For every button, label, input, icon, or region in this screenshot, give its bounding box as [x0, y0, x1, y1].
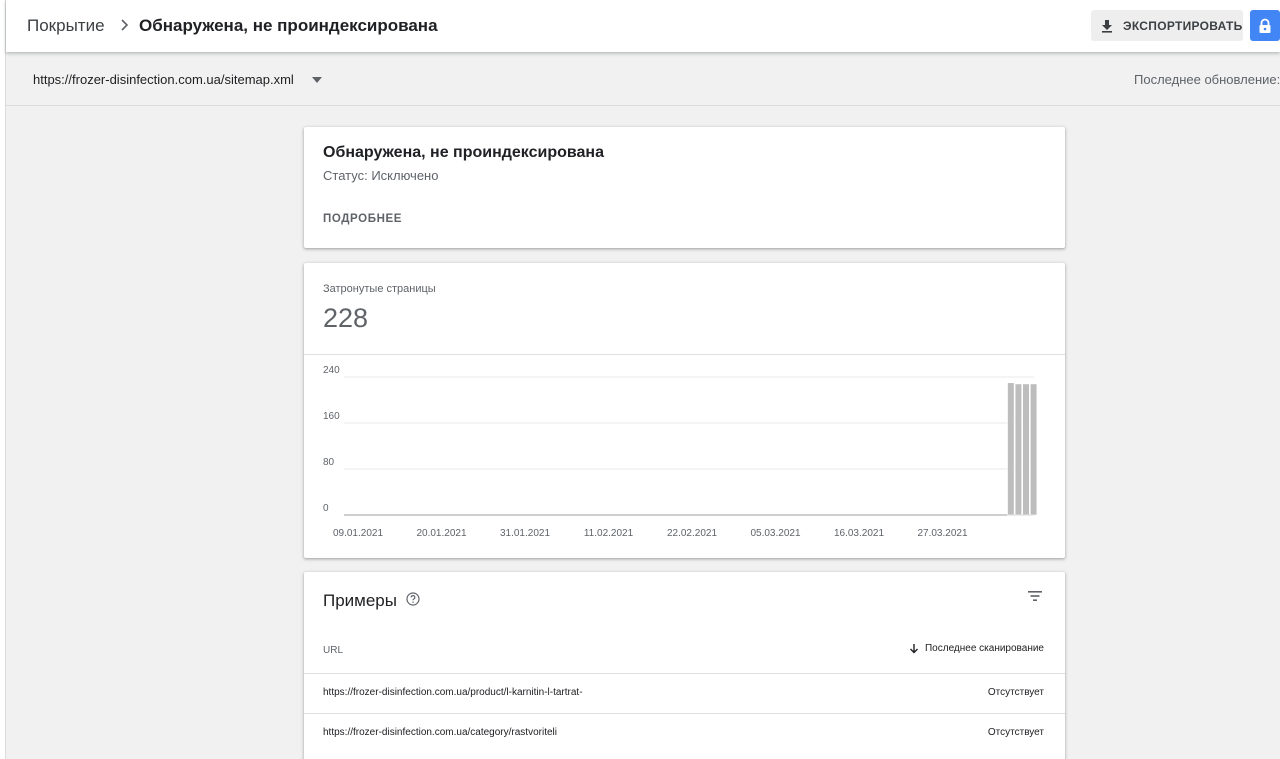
dropdown-arrow-icon[interactable] — [311, 76, 323, 84]
metric-value: 228 — [323, 303, 369, 333]
chart-x-tick-label: 27.03.2021 — [917, 528, 967, 539]
chart-bar — [1014, 383, 1023, 516]
column-header-last-crawl[interactable]: Последнее сканирование — [909, 643, 1044, 654]
arrow-down-icon — [909, 644, 918, 654]
chart-bar — [1007, 382, 1015, 516]
row-url: https://frozer-disinfection.com.ua/categ… — [323, 727, 557, 738]
chart-y-tick-label: 80 — [323, 457, 335, 468]
chevron-right-icon — [121, 19, 129, 31]
status-card-title: Обнаружена, не проиндексирована — [323, 144, 604, 161]
chart-bar — [1022, 383, 1030, 516]
page-title: Обнаружена, не проиндексирована — [139, 16, 438, 35]
chart-y-tick-label: 0 — [323, 503, 329, 514]
affected-pages-chart: 0 80 160 240 09.01.2021 20.01.2021 31.01.2021 1… — [323, 365, 1038, 539]
sitemap-bar: https://frozer-disinfection.com.ua/sitem… — [6, 52, 1280, 106]
examples-title: Примеры — [323, 591, 397, 610]
chart-y-tick-label: 240 — [323, 365, 340, 376]
column-header-url[interactable]: URL — [323, 645, 343, 656]
filter-icon[interactable] — [1027, 589, 1043, 603]
row-last-crawl: Отсутствует — [987, 727, 1044, 738]
more-link[interactable]: ПОДРОБНЕЕ — [323, 213, 402, 225]
left-edge — [0, 0, 6, 759]
affected-pages-card: Затронутые страницы 228 0 80 160 240 09.01.2… — [304, 263, 1065, 558]
help-icon[interactable] — [406, 592, 420, 606]
metric-label: Затронутые страницы — [323, 283, 436, 295]
chart-x-tick-label: 22.02.2021 — [667, 528, 717, 539]
chart-x-tick-label: 16.03.2021 — [834, 528, 884, 539]
chart-x-tick-label: 09.01.2021 — [333, 528, 383, 539]
chart-x-tick-label: 20.01.2021 — [416, 528, 466, 539]
status-card: Обнаружена, не проиндексирована Статус: … — [304, 127, 1065, 248]
row-url: https://frozer-disinfection.com.ua/produ… — [323, 687, 583, 698]
lock-icon — [1259, 18, 1271, 33]
last-update: Последнее обновление: 0 — [1134, 72, 1280, 87]
row-last-crawl: Отсутствует — [987, 687, 1044, 698]
chart-x-tick-label: 05.03.2021 — [750, 528, 800, 539]
chart-x-tick-label: 11.02.2021 — [584, 528, 634, 539]
sitemap-selector[interactable]: https://frozer-disinfection.com.ua/sitem… — [33, 72, 294, 87]
breadcrumb-root[interactable]: Покрытие — [27, 16, 105, 36]
lock-button[interactable] — [1250, 10, 1280, 41]
download-icon — [1102, 19, 1112, 33]
examples-card: Примеры URL Последнее сканирование https… — [304, 572, 1065, 759]
table-row[interactable]: https://frozer-disinfection.com.ua/produ… — [304, 673, 1065, 713]
chart-y-tick-label: 160 — [323, 411, 340, 422]
top-bar: Покрытие Обнаружена, не проиндексирована… — [6, 0, 1280, 52]
chart-bar — [1029, 383, 1038, 516]
table-row[interactable]: https://frozer-disinfection.com.ua/categ… — [304, 713, 1065, 753]
export-label: ЭКСПОРТИРОВАТЬ — [1123, 18, 1243, 33]
chart-x-tick-label: 31.01.2021 — [500, 528, 550, 539]
status-text: Статус: Исключено — [323, 168, 439, 183]
export-button[interactable]: ЭКСПОРТИРОВАТЬ — [1091, 10, 1243, 41]
column-header-last-crawl-label: Последнее сканирование — [924, 643, 1044, 654]
